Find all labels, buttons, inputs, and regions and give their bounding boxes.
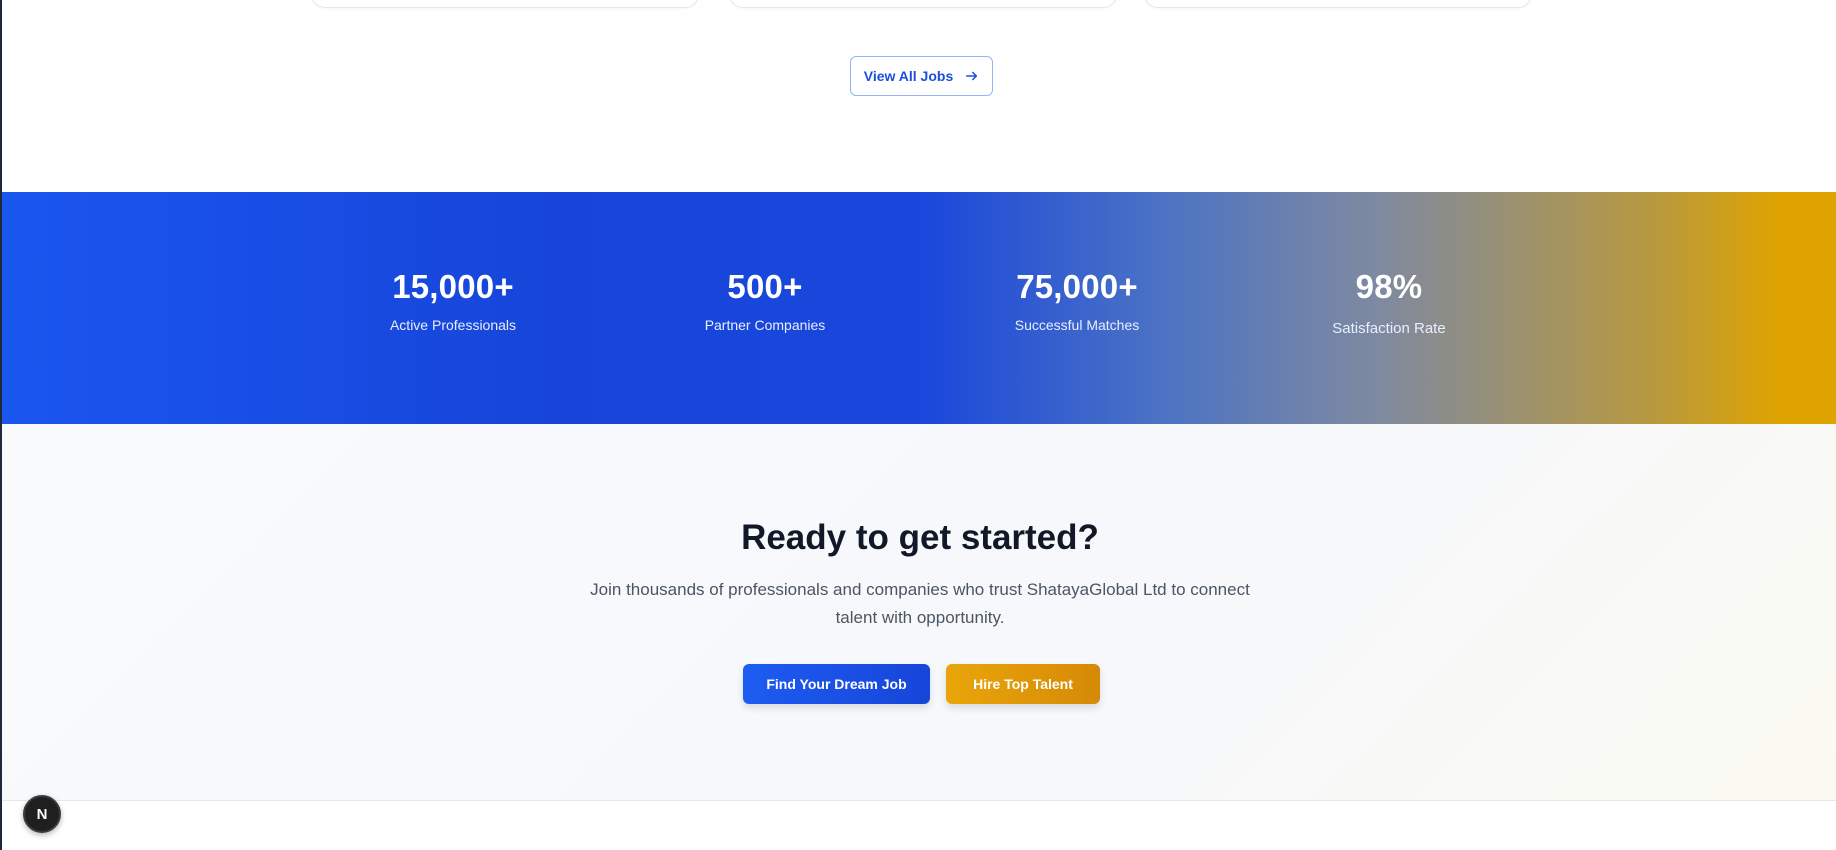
stat-item: 500+ Partner Companies [655,270,875,333]
hire-top-talent-button[interactable]: Hire Top Talent [946,664,1100,704]
stat-item: 98% Satisfaction Rate [1279,270,1499,337]
stat-label: Satisfaction Rate [1332,320,1446,337]
stats-banner: 15,000+ Active Professionals 500+ Partne… [2,192,1836,424]
stat-value: 500+ [727,268,803,305]
find-dream-job-button[interactable]: Find Your Dream Job [743,664,930,704]
cta-section: Ready to get started? Join thousands of … [2,424,1836,801]
page: View All Jobs 15,000+ Active Professiona… [0,0,1836,850]
nextjs-icon: N [36,805,48,823]
stat-value: 98% [1355,268,1423,305]
nextjs-dev-badge[interactable]: N [23,795,61,833]
stat-item: 15,000+ Active Professionals [343,270,563,333]
job-card[interactable] [311,0,699,8]
stat-value: 75,000+ [1016,268,1138,305]
stat-label: Partner Companies [704,317,826,333]
arrow-right-icon [966,71,978,81]
stat-value: 15,000+ [392,268,514,305]
view-all-jobs-button[interactable]: View All Jobs [850,56,993,96]
cta-title: Ready to get started? [741,518,1099,557]
job-card[interactable] [1144,0,1532,8]
stat-label: Active Professionals [389,317,517,333]
cta-description: Join thousands of professionals and comp… [590,580,1250,627]
view-all-jobs-label: View All Jobs [863,68,954,84]
job-card[interactable] [729,0,1117,8]
stat-label: Successful Matches [1014,317,1140,333]
stat-item: 75,000+ Successful Matches [967,270,1187,333]
